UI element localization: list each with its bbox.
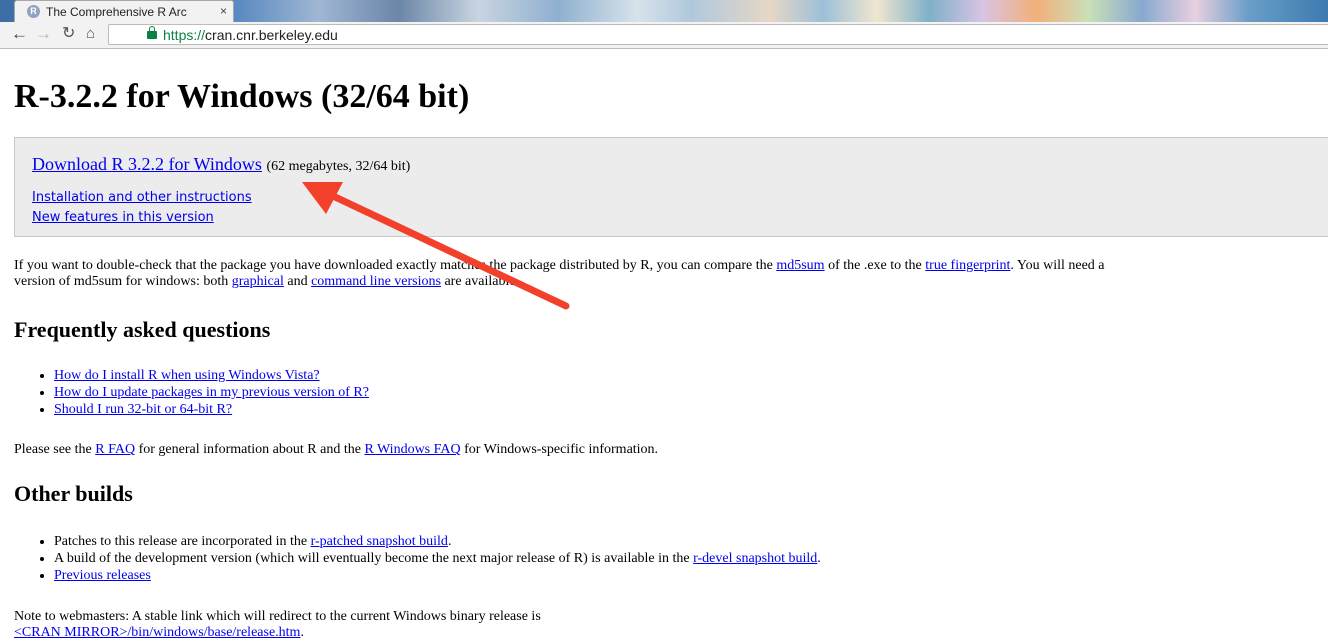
tab-title: The Comprehensive R Arc bbox=[46, 5, 187, 19]
installation-instructions-link[interactable]: Installation and other instructions bbox=[32, 190, 252, 205]
webmaster-note: Note to webmasters: A stable link which … bbox=[14, 609, 541, 640]
download-box: Download R 3.2.2 for Windows (62 megabyt… bbox=[14, 137, 1328, 237]
back-arrow-icon[interactable]: ← bbox=[11, 25, 28, 43]
list-item: Patches to this release are incorporated… bbox=[54, 533, 821, 550]
faq-vista-link[interactable]: How do I install R when using Windows Vi… bbox=[54, 368, 320, 383]
r-devel-link[interactable]: r-devel snapshot build bbox=[693, 551, 817, 566]
tab-strip: R The Comprehensive R Arc × bbox=[0, 0, 1328, 22]
download-line: Download R 3.2.2 for Windows (62 megabyt… bbox=[32, 154, 410, 175]
other-builds-list: Patches to this release are incorporated… bbox=[14, 533, 821, 584]
r-faq-link[interactable]: R FAQ bbox=[95, 442, 135, 457]
command-line-versions-link[interactable]: command line versions bbox=[311, 274, 441, 289]
browser-toolbar: ← → ↻ ⌂ https://cran.cnr.berkeley.edu bbox=[0, 22, 1328, 49]
address-bar[interactable]: https://cran.cnr.berkeley.edu bbox=[108, 24, 1328, 45]
faq-update-packages-link[interactable]: How do I update packages in my previous … bbox=[54, 385, 369, 400]
new-features-link[interactable]: New features in this version bbox=[32, 210, 214, 225]
list-item: How do I install R when using Windows Vi… bbox=[54, 367, 369, 384]
close-tab-icon[interactable]: × bbox=[220, 4, 227, 18]
r-windows-faq-link[interactable]: R Windows FAQ bbox=[364, 442, 460, 457]
faq-32-64-bit-link[interactable]: Should I run 32-bit or 64-bit R? bbox=[54, 402, 232, 417]
true-fingerprint-link[interactable]: true fingerprint bbox=[925, 258, 1010, 273]
previous-releases-link[interactable]: Previous releases bbox=[54, 568, 151, 583]
faq-heading: Frequently asked questions bbox=[14, 317, 271, 342]
graphical-link[interactable]: graphical bbox=[232, 274, 284, 289]
page-title: R-3.2.2 for Windows (32/64 bit) bbox=[14, 78, 470, 115]
faq-see-paragraph: Please see the R FAQ for general informa… bbox=[14, 442, 659, 457]
home-icon[interactable]: ⌂ bbox=[86, 25, 95, 43]
list-item: Previous releases bbox=[54, 567, 821, 584]
lock-icon bbox=[147, 26, 157, 39]
r-patched-link[interactable]: r-patched snapshot build bbox=[311, 534, 448, 549]
reload-icon[interactable]: ↻ bbox=[62, 25, 75, 43]
r-favicon-icon: R bbox=[27, 5, 40, 18]
download-r-link[interactable]: Download R 3.2.2 for Windows bbox=[32, 154, 262, 174]
faq-list: How do I install R when using Windows Vi… bbox=[14, 367, 369, 418]
forward-arrow-icon[interactable]: → bbox=[35, 25, 52, 43]
list-item: Should I run 32-bit or 64-bit R? bbox=[54, 401, 369, 418]
other-builds-heading: Other builds bbox=[14, 481, 133, 506]
download-size-note: (62 megabytes, 32/64 bit) bbox=[266, 159, 411, 174]
md5sum-link[interactable]: md5sum bbox=[776, 258, 824, 273]
list-item: A build of the development version (whic… bbox=[54, 550, 821, 567]
page-content: R-3.2.2 for Windows (32/64 bit) Download… bbox=[0, 49, 1328, 644]
browser-tab[interactable]: R The Comprehensive R Arc × bbox=[14, 0, 234, 22]
checksum-paragraph: If you want to double-check that the pac… bbox=[14, 258, 1105, 289]
list-item: How do I update packages in my previous … bbox=[54, 384, 369, 401]
url-text[interactable]: https://cran.cnr.berkeley.edu bbox=[163, 27, 338, 43]
release-htm-link[interactable]: <CRAN MIRROR>/bin/windows/base/release.h… bbox=[14, 625, 300, 640]
